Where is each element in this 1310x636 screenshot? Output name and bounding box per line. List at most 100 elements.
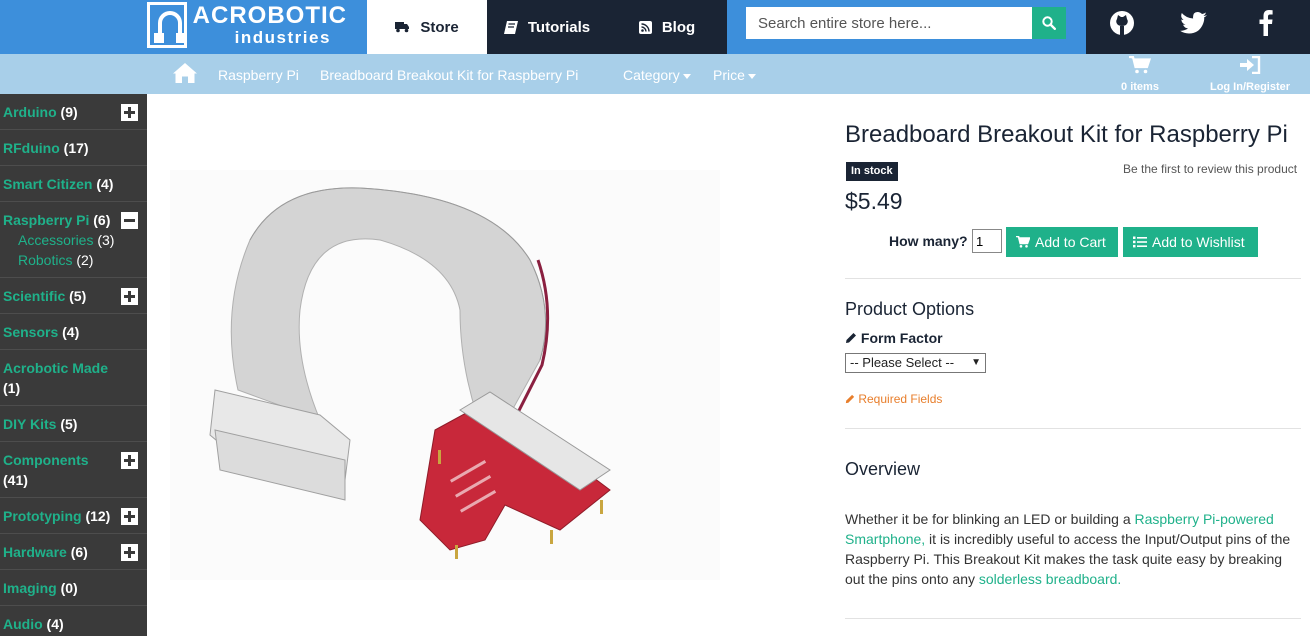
sign-in-icon bbox=[1240, 55, 1261, 75]
sidebar-item-rfduino[interactable]: RFduino (17) bbox=[0, 130, 147, 166]
sidebar-item-count: (6) bbox=[70, 544, 88, 560]
sidebar-item-acrobotic-made[interactable]: Acrobotic Made (1) bbox=[0, 350, 147, 406]
nav-tab-tutorials[interactable]: Tutorials bbox=[487, 0, 607, 54]
github-icon[interactable] bbox=[1102, 8, 1142, 38]
expand-plus-icon[interactable] bbox=[121, 544, 138, 561]
cart-icon bbox=[1016, 236, 1030, 248]
collapse-minus-icon[interactable] bbox=[121, 212, 138, 229]
sidebar-item-label: Audio bbox=[3, 616, 43, 632]
sidebar-item-audio[interactable]: Audio (4) bbox=[0, 606, 147, 636]
breadcrumb-current-product[interactable]: Breadboard Breakout Kit for Raspberry Pi bbox=[320, 67, 578, 83]
nav-tab-tutorials-label: Tutorials bbox=[527, 18, 591, 36]
price-dropdown[interactable]: Price bbox=[713, 67, 756, 83]
expand-plus-icon[interactable] bbox=[121, 508, 138, 525]
cart-label: 0 items bbox=[1121, 81, 1159, 93]
sidebar-item-raspberry-pi[interactable]: Raspberry Pi (6) Accessories (3) Robotic… bbox=[0, 202, 147, 278]
required-fields-text: Required Fields bbox=[858, 392, 943, 406]
solderless-breadboard-link[interactable]: solderless breadboard. bbox=[979, 571, 1121, 587]
cart-icon bbox=[1129, 55, 1152, 74]
sidebar-item-count: (1) bbox=[3, 380, 21, 396]
sidebar-item-label: Imaging bbox=[3, 580, 57, 596]
sidebar-item-components[interactable]: Components (41) bbox=[0, 442, 147, 498]
sidebar-item-count: (12) bbox=[85, 508, 111, 524]
breadcrumb-raspberry-pi[interactable]: Raspberry Pi bbox=[218, 67, 299, 83]
sidebar-item-count: (9) bbox=[60, 104, 78, 120]
sidebar-item-count: (0) bbox=[60, 580, 78, 596]
facebook-icon[interactable] bbox=[1246, 8, 1286, 38]
sidebar-item-count: (4) bbox=[46, 616, 64, 632]
nav-tab-blog-label: Blog bbox=[661, 18, 696, 36]
search-input[interactable] bbox=[746, 7, 1032, 39]
add-to-wishlist-button[interactable]: Add to Wishlist bbox=[1123, 227, 1258, 257]
sidebar-item-diy-kits[interactable]: DIY Kits (5) bbox=[0, 406, 147, 442]
search-icon bbox=[1042, 16, 1056, 30]
category-sidebar: Arduino (9) RFduino (17) Smart Citizen (… bbox=[0, 94, 147, 636]
sidebar-item-smart-citizen[interactable]: Smart Citizen (4) bbox=[0, 166, 147, 202]
brand-logo[interactable]: ACROBOTIC industries bbox=[147, 1, 347, 48]
caret-down-icon bbox=[747, 73, 756, 79]
sidebar-item-label: Raspberry Pi bbox=[3, 212, 90, 228]
product-price: $5.49 bbox=[845, 188, 903, 214]
book-icon bbox=[503, 20, 518, 34]
sidebar-subitem-accessories[interactable]: Accessories (3) bbox=[18, 232, 114, 248]
sidebar-item-label: Components bbox=[3, 452, 89, 468]
form-factor-select[interactable]: -- Please Select -- ▼ bbox=[845, 353, 986, 373]
overview-heading: Overview bbox=[845, 459, 921, 479]
sidebar-subitem-label: Accessories bbox=[18, 232, 94, 248]
list-icon bbox=[1133, 236, 1147, 248]
sidebar-item-label: DIY Kits bbox=[3, 416, 57, 432]
product-image[interactable] bbox=[160, 160, 730, 590]
sidebar-item-count: (41) bbox=[3, 472, 28, 488]
home-icon[interactable] bbox=[172, 62, 198, 89]
twitter-icon[interactable] bbox=[1174, 8, 1214, 38]
divider bbox=[845, 618, 1301, 619]
sidebar-item-count: (4) bbox=[62, 324, 80, 340]
sidebar-subitem-count: (2) bbox=[76, 252, 94, 268]
quantity-label: How many? bbox=[889, 233, 968, 249]
login-register-label: Log In/Register bbox=[1209, 81, 1291, 93]
dropdown-arrow-icon: ▼ bbox=[971, 357, 981, 368]
add-to-wishlist-label: Add to Wishlist bbox=[1152, 234, 1245, 250]
rss-icon bbox=[638, 20, 652, 34]
search-button[interactable] bbox=[1032, 7, 1066, 39]
add-to-cart-label: Add to Cart bbox=[1035, 234, 1106, 250]
login-register-link[interactable]: Log In/Register bbox=[1200, 55, 1300, 93]
expand-plus-icon[interactable] bbox=[121, 104, 138, 121]
sidebar-item-count: (4) bbox=[96, 176, 114, 192]
add-to-cart-button[interactable]: Add to Cart bbox=[1006, 227, 1118, 257]
sidebar-item-count: (17) bbox=[63, 140, 89, 156]
expand-plus-icon[interactable] bbox=[121, 288, 138, 305]
sidebar-item-label: Prototyping bbox=[3, 508, 82, 524]
form-factor-label-text: Form Factor bbox=[860, 330, 943, 346]
logo-text: ACROBOTIC industries bbox=[192, 1, 347, 47]
sidebar-item-hardware[interactable]: Hardware (6) bbox=[0, 534, 147, 570]
nav-tab-store[interactable]: Store bbox=[367, 0, 487, 54]
sidebar-subitem-robotics[interactable]: Robotics (2) bbox=[18, 252, 93, 268]
social-links bbox=[1086, 0, 1310, 54]
sidebar-item-label: RFduino bbox=[3, 140, 60, 156]
sidebar-item-imaging[interactable]: Imaging (0) bbox=[0, 570, 147, 606]
nav-tab-store-label: Store bbox=[420, 18, 459, 36]
sidebar-item-label: Arduino bbox=[3, 104, 57, 120]
logo-line-2: industries bbox=[234, 27, 331, 47]
sidebar-item-count: (5) bbox=[60, 416, 78, 432]
price-dropdown-label: Price bbox=[713, 67, 745, 83]
truck-icon bbox=[395, 22, 410, 33]
cart-link[interactable]: 0 items bbox=[1100, 55, 1180, 93]
nav-tab-blog[interactable]: Blog bbox=[607, 0, 727, 54]
logo-line-1: ACROBOTIC bbox=[192, 1, 347, 29]
sidebar-subitem-label: Robotics bbox=[18, 252, 73, 268]
expand-plus-icon[interactable] bbox=[121, 452, 138, 469]
sidebar-item-arduino[interactable]: Arduino (9) bbox=[0, 94, 147, 130]
sidebar-item-prototyping[interactable]: Prototyping (12) bbox=[0, 498, 147, 534]
category-dropdown-label: Category bbox=[623, 67, 680, 83]
sidebar-item-scientific[interactable]: Scientific (5) bbox=[0, 278, 147, 314]
category-dropdown[interactable]: Category bbox=[623, 67, 691, 83]
overview-text-1: Whether it be for blinking an LED or bui… bbox=[845, 511, 1135, 527]
review-link[interactable]: Be the first to review this product bbox=[1123, 162, 1297, 176]
quantity-input[interactable] bbox=[972, 229, 1002, 253]
divider bbox=[845, 428, 1301, 429]
sidebar-item-label: Acrobotic Made bbox=[3, 360, 109, 376]
sidebar-item-label: Hardware bbox=[3, 544, 67, 560]
sidebar-item-sensors[interactable]: Sensors (4) bbox=[0, 314, 147, 350]
